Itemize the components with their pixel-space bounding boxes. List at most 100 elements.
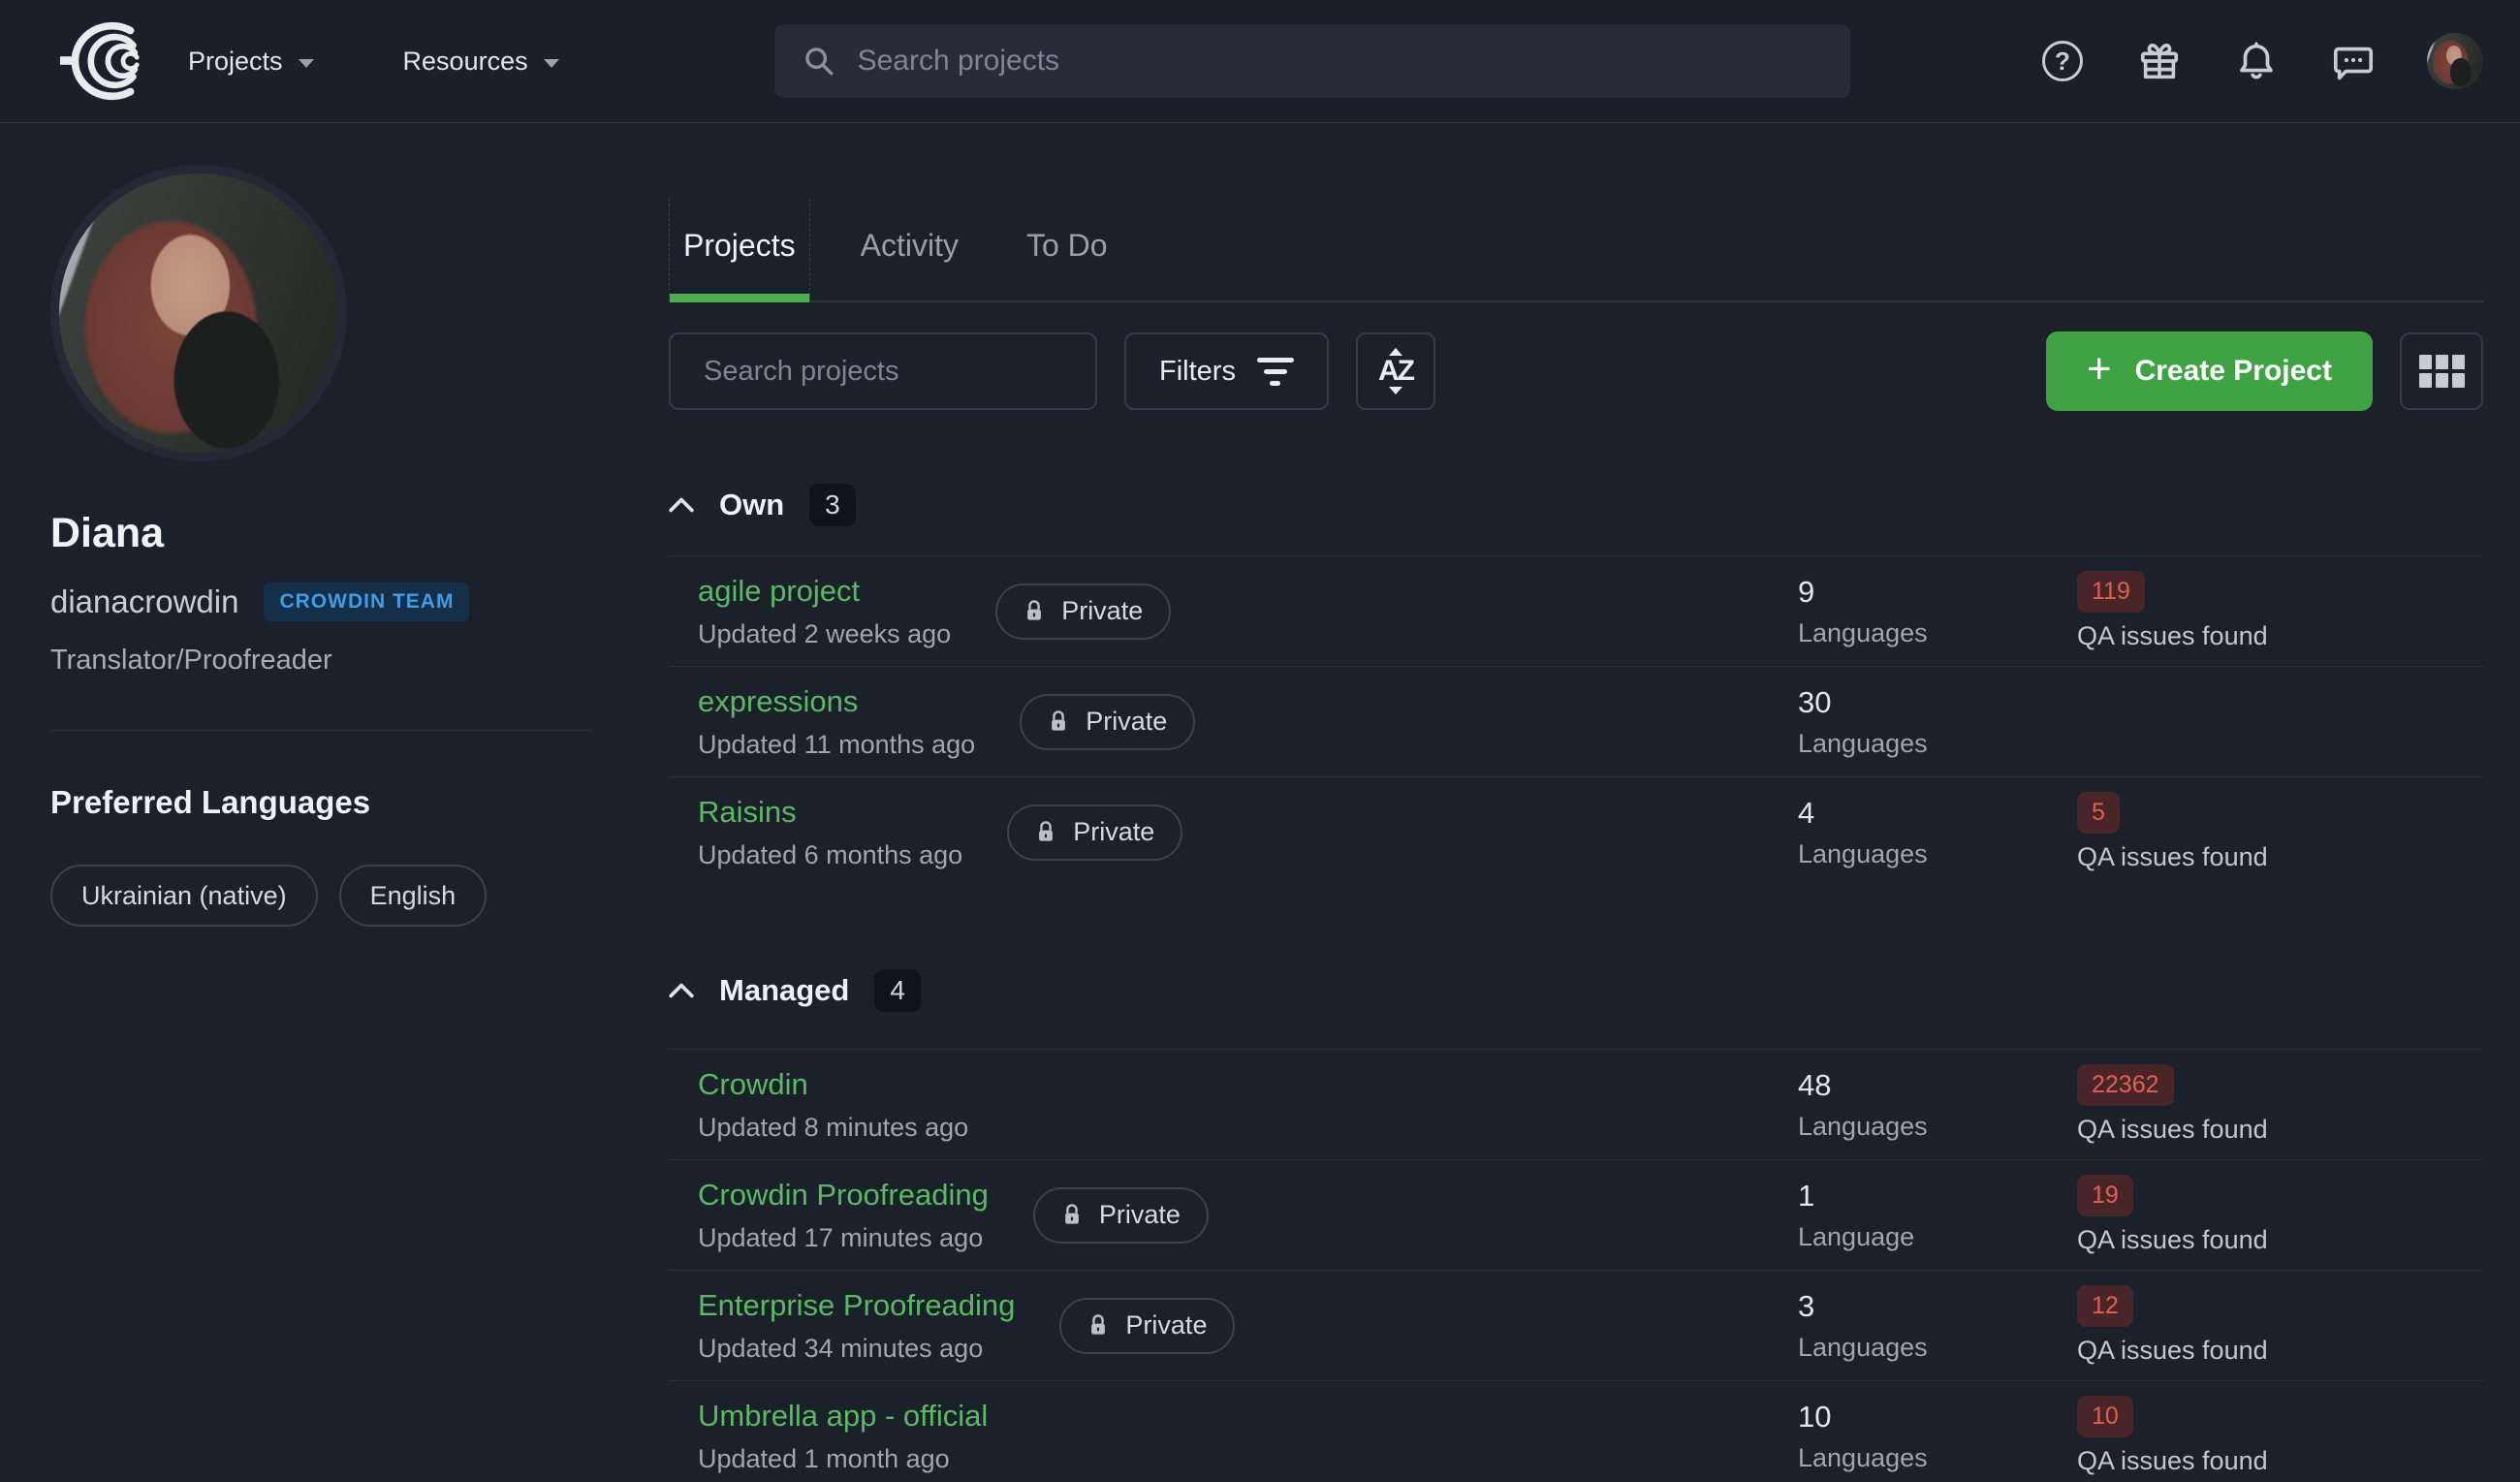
- view-toggle-button[interactable]: [2400, 332, 2483, 410]
- project-updated: Updated 11 months ago: [698, 729, 976, 759]
- projects-toolbar: Filters AZ + Create Project: [669, 331, 2483, 411]
- language-chip-ukrainian[interactable]: Ukrainian (native): [50, 865, 318, 927]
- chevron-down-icon: [298, 58, 314, 68]
- bell-icon: [2240, 42, 2273, 79]
- managed-projects-list: Crowdin Updated 8 minutes ago 48 Languag…: [669, 1049, 2483, 1482]
- tab-activity[interactable]: Activity: [857, 199, 962, 300]
- languages-count: 9: [1798, 574, 1815, 609]
- languages-label: Languages: [1798, 1111, 1928, 1141]
- project-updated: Updated 2 weeks ago: [698, 618, 952, 648]
- project-row: Crowdin Updated 8 minutes ago 48 Languag…: [669, 1049, 2483, 1159]
- private-badge-label: Private: [1098, 1200, 1181, 1229]
- page-content: Diana dianacrowdin CROWDIN TEAM Translat…: [0, 123, 2520, 1482]
- section-title: Managed: [719, 973, 850, 1007]
- whats-new-button[interactable]: [2136, 38, 2183, 84]
- help-button[interactable]: ?: [2039, 38, 2086, 84]
- project-name-link[interactable]: Raisins: [698, 795, 962, 830]
- languages-label: Languages: [1798, 728, 1928, 758]
- project-updated: Updated 1 month ago: [698, 1443, 950, 1473]
- project-updated: Updated 17 minutes ago: [698, 1222, 984, 1252]
- project-name-link[interactable]: Crowdin: [698, 1067, 968, 1102]
- qa-label: QA issues found: [2077, 1225, 2268, 1254]
- qa-count-badge[interactable]: 12: [2077, 1285, 2133, 1327]
- private-badge: Private: [1020, 693, 1196, 750]
- project-row: Crowdin Proofreading Updated 17 minutes …: [669, 1159, 2483, 1270]
- preferred-languages-title: Preferred Languages: [50, 784, 371, 820]
- project-name-link[interactable]: agile project: [698, 574, 951, 609]
- project-updated: Updated 34 minutes ago: [698, 1333, 984, 1363]
- private-badge-label: Private: [1086, 707, 1168, 736]
- private-badge-label: Private: [1073, 817, 1155, 846]
- divider: [50, 730, 593, 731]
- project-row: Enterprise Proofreading Updated 34 minut…: [669, 1270, 2483, 1380]
- own-projects-list: agile project Updated 2 weeks ago Privat…: [669, 555, 2483, 887]
- sort-az-icon: AZ: [1378, 348, 1415, 394]
- language-chip-english[interactable]: English: [338, 865, 488, 927]
- main-panel: Projects Activity To Do Filters AZ + Cre…: [669, 123, 2483, 1482]
- help-icon: ?: [2042, 41, 2083, 81]
- section-own-header[interactable]: Own 3: [669, 484, 2483, 526]
- profile-name: Diana: [50, 510, 165, 556]
- section-managed-header[interactable]: Managed 4: [669, 969, 2483, 1012]
- private-badge: Private: [1007, 804, 1183, 861]
- project-row: Umbrella app - official Updated 1 month …: [669, 1380, 2483, 1482]
- project-row: agile project Updated 2 weeks ago Privat…: [669, 555, 2483, 666]
- private-badge: Private: [1032, 1186, 1209, 1244]
- tab-projects[interactable]: Projects: [669, 199, 810, 302]
- filters-button[interactable]: Filters: [1124, 332, 1329, 410]
- qa-count-badge[interactable]: 5: [2077, 792, 2120, 834]
- qa-label: QA issues found: [2077, 1336, 2268, 1365]
- languages-count: 4: [1798, 795, 1815, 830]
- section-title: Own: [719, 488, 785, 521]
- qa-label: QA issues found: [2077, 1446, 2268, 1475]
- filters-button-label: Filters: [1159, 355, 1236, 387]
- notifications-button[interactable]: [2233, 38, 2280, 84]
- qa-count-badge[interactable]: 119: [2077, 571, 2145, 613]
- languages-label: Languages: [1798, 617, 1928, 647]
- create-project-button[interactable]: + Create Project: [2045, 331, 2373, 411]
- global-search[interactable]: [773, 24, 1850, 98]
- private-badge-label: Private: [1125, 1310, 1208, 1340]
- profile-tabs: Projects Activity To Do: [669, 199, 2483, 302]
- project-name-link[interactable]: Enterprise Proofreading: [698, 1288, 1015, 1323]
- qa-count-badge[interactable]: 19: [2077, 1175, 2133, 1216]
- project-row: expressions Updated 11 months ago Privat…: [669, 666, 2483, 776]
- chevron-up-icon: [669, 497, 694, 513]
- lock-icon: [1048, 709, 1069, 735]
- filter-icon: [1256, 357, 1294, 386]
- qa-count-badge[interactable]: 22362: [2077, 1064, 2174, 1106]
- nav-actions: ?: [2039, 33, 2483, 89]
- languages-label: Languages: [1798, 1442, 1928, 1472]
- tab-todo[interactable]: To Do: [1023, 199, 1112, 300]
- search-icon: [802, 44, 836, 79]
- qa-count-badge[interactable]: 10: [2077, 1396, 2133, 1437]
- lock-icon: [1061, 1202, 1083, 1228]
- projects-menu[interactable]: Projects: [188, 27, 314, 96]
- resources-menu[interactable]: Resources: [403, 27, 559, 96]
- project-name-link[interactable]: Crowdin Proofreading: [698, 1178, 989, 1213]
- languages-count: 10: [1798, 1399, 1832, 1434]
- languages-label: Language: [1798, 1221, 1915, 1251]
- qa-label: QA issues found: [2077, 1115, 2268, 1144]
- gift-icon: [2140, 43, 2179, 79]
- languages-count: 1: [1798, 1178, 1815, 1213]
- chat-icon: [2333, 47, 2374, 80]
- create-project-label: Create Project: [2134, 355, 2332, 387]
- resources-menu-label: Resources: [402, 46, 528, 76]
- lock-icon: [1087, 1312, 1109, 1339]
- profile-avatar[interactable]: [50, 165, 347, 461]
- messages-button[interactable]: [2330, 38, 2377, 84]
- global-search-input[interactable]: [857, 45, 1823, 78]
- project-row: Raisins Updated 6 months ago Private 4 L…: [669, 776, 2483, 887]
- user-avatar[interactable]: [2427, 33, 2483, 89]
- grid-icon: [2418, 355, 2465, 388]
- project-name-link[interactable]: expressions: [698, 684, 975, 719]
- profile-username: dianacrowdin: [50, 583, 239, 619]
- project-name-link[interactable]: Umbrella app - official: [698, 1399, 988, 1434]
- languages-label: Languages: [1798, 1332, 1928, 1362]
- profile-sidebar: Diana dianacrowdin CROWDIN TEAM Translat…: [50, 123, 624, 1482]
- project-search-input[interactable]: [669, 332, 1097, 410]
- sort-button[interactable]: AZ: [1355, 332, 1435, 410]
- lock-icon: [1035, 819, 1056, 845]
- crowdin-logo[interactable]: [50, 16, 151, 106]
